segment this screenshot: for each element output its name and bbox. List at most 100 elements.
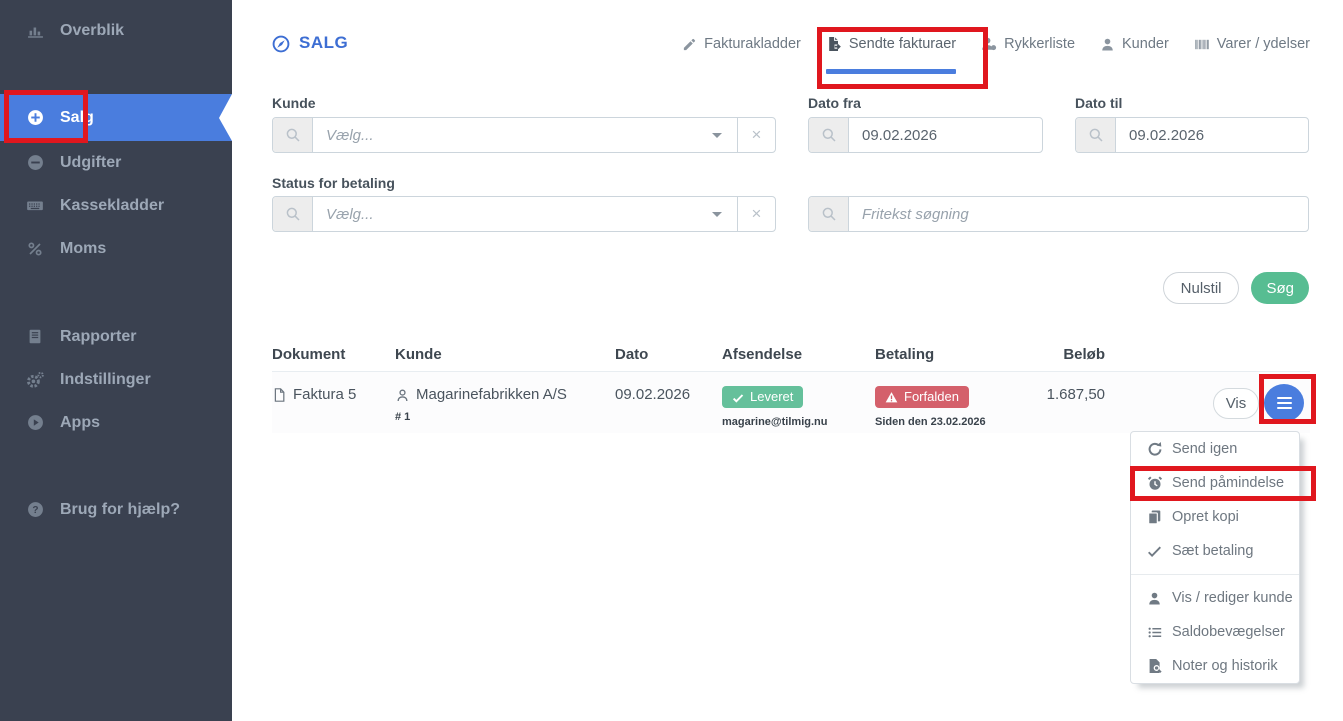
sidebar-item-overblik[interactable]: Overblik [0, 9, 232, 52]
chevron-down-icon[interactable] [712, 212, 722, 217]
sidebar-item-label: Indstillinger [60, 371, 151, 389]
sidebar-item-kassekladder[interactable]: Kassekladder [0, 184, 232, 227]
pencil-icon [682, 37, 697, 52]
sidebar-item-apps[interactable]: Apps [0, 401, 232, 444]
col-dato: Dato [615, 346, 722, 363]
dato-fra-input[interactable]: 09.02.2026 [808, 117, 1043, 153]
sidebar-item-indstillinger[interactable]: Indstillinger [0, 358, 232, 401]
sidebar-item-label: Moms [60, 240, 106, 258]
sidebar-item-label: Apps [60, 414, 100, 432]
tab-label: Sendte fakturaer [849, 36, 956, 52]
delivery-status-badge: Leveret [722, 386, 803, 408]
document-icon [272, 386, 287, 403]
tab-kunder[interactable]: Kunder [1100, 36, 1169, 52]
table-row[interactable]: Faktura 5 Magarinefabrikken A/S # 1 09.0… [272, 372, 1310, 433]
dato-fra-value: 09.02.2026 [849, 127, 1042, 144]
tab-bar: Fakturakladder Sendte fakturaer Rykkerli… [682, 36, 1310, 52]
soeg-button[interactable]: Søg [1251, 272, 1309, 304]
payment-since: Siden den 23.02.2026 [875, 416, 1030, 428]
tab-label: Kunder [1122, 36, 1169, 52]
tab-rykkerliste[interactable]: Rykkerliste [981, 36, 1075, 52]
document-name[interactable]: Faktura 5 [293, 386, 356, 403]
tab-label: Rykkerliste [1004, 36, 1075, 52]
compass-icon [272, 33, 290, 53]
question-circle-icon: ? [25, 501, 45, 518]
menu-item-label: Send påmindelse [1172, 475, 1284, 491]
sidebar-item-rapporter[interactable]: Rapporter [0, 315, 232, 358]
clear-icon[interactable]: × [738, 125, 775, 145]
clear-icon[interactable]: × [738, 204, 775, 224]
status-select[interactable]: Vælg... × [272, 196, 776, 232]
filter-actions: Nulstil Søg [1163, 272, 1309, 304]
table-header: Dokument Kunde Dato Afsendelse Betaling … [272, 346, 1105, 363]
menu-item-send-igen[interactable]: Send igen [1131, 432, 1299, 466]
minus-circle-icon [25, 154, 45, 171]
customer-icon [395, 386, 410, 403]
tab-label: Fakturakladder [704, 36, 801, 52]
users-icon [981, 36, 997, 52]
play-circle-icon [25, 414, 45, 431]
col-dokument: Dokument [272, 346, 395, 363]
refresh-icon [1146, 441, 1163, 457]
menu-item-label: Send igen [1172, 441, 1237, 457]
tab-varer-ydelser[interactable]: Varer / ydelser [1194, 36, 1310, 52]
warning-icon [885, 389, 898, 404]
col-kunde: Kunde [395, 346, 615, 363]
customer-name[interactable]: Magarinefabrikken A/S [416, 386, 567, 403]
bar-chart-icon [25, 22, 45, 39]
menu-item-saet-betaling[interactable]: Sæt betaling [1131, 534, 1299, 568]
alarm-clock-icon [1146, 475, 1163, 491]
tab-fakturakladder[interactable]: Fakturakladder [682, 36, 801, 52]
sidebar-item-help[interactable]: ? Brug for hjælp? [0, 488, 232, 531]
menu-item-label: Opret kopi [1172, 509, 1239, 525]
sidebar-item-moms[interactable]: Moms [0, 227, 232, 270]
sidebar: Overblik Salg Udgifter Kassekladder Moms… [0, 0, 232, 721]
sidebar-item-salg[interactable]: Salg [0, 94, 232, 141]
menu-item-vis-rediger-kunde[interactable]: Vis / rediger kunde [1131, 581, 1299, 615]
copy-icon [1146, 509, 1163, 525]
kunde-select[interactable]: Vælg... × [272, 117, 776, 153]
kunde-select-placeholder: Vælg... [313, 127, 697, 144]
file-export-icon [826, 36, 842, 52]
tab-label: Varer / ydelser [1217, 36, 1310, 52]
dato-til-value: 09.02.2026 [1116, 127, 1308, 144]
svg-text:?: ? [32, 505, 38, 516]
search-icon [273, 197, 313, 231]
invoice-amount: 1.687,50 [1047, 386, 1105, 403]
menu-item-opret-kopi[interactable]: Opret kopi [1131, 500, 1299, 534]
sidebar-item-udgifter[interactable]: Udgifter [0, 141, 232, 184]
nulstil-button[interactable]: Nulstil [1163, 272, 1240, 304]
vis-button[interactable]: Vis [1213, 388, 1259, 419]
tab-sendte-fakturaer[interactable]: Sendte fakturaer [826, 36, 956, 52]
menu-item-label: Vis / rediger kunde [1172, 590, 1293, 606]
menu-item-noter-historik[interactable]: Noter og historik [1131, 649, 1299, 683]
invoice-date: 09.02.2026 [615, 386, 690, 403]
status-select-placeholder: Vælg... [313, 206, 697, 223]
status-filter-label: Status for betaling [272, 175, 395, 191]
page-title-label: SALG [299, 33, 348, 53]
active-item-notch [219, 94, 232, 141]
kunde-filter-label: Kunde [272, 95, 316, 111]
menu-item-send-paamindelse[interactable]: Send påmindelse [1131, 466, 1299, 500]
page-title: SALG [272, 33, 348, 53]
search-icon [273, 118, 313, 152]
menu-item-label: Noter og historik [1172, 658, 1278, 674]
search-icon [809, 118, 849, 152]
row-menu-button[interactable] [1264, 384, 1304, 422]
col-afsendelse: Afsendelse [722, 346, 875, 363]
menu-item-label: Saldobevægelser [1172, 624, 1285, 640]
hamburger-icon [1277, 397, 1292, 400]
report-icon [25, 328, 45, 345]
row-context-menu: Send igen Send påmindelse Opret kopi Sæt… [1130, 431, 1300, 684]
dato-til-input[interactable]: 09.02.2026 [1075, 117, 1309, 153]
dato-fra-label: Dato fra [808, 95, 861, 111]
col-betaling: Betaling [875, 346, 1030, 363]
gears-icon [25, 371, 45, 389]
chevron-down-icon[interactable] [712, 133, 722, 138]
menu-item-label: Sæt betaling [1172, 543, 1253, 559]
menu-item-saldobevaegelser[interactable]: Saldobevægelser [1131, 615, 1299, 649]
sidebar-item-label: Salg [60, 109, 94, 127]
fritekst-input[interactable] [849, 206, 1308, 223]
search-icon [809, 197, 849, 231]
sidebar-item-label: Overblik [60, 22, 124, 40]
